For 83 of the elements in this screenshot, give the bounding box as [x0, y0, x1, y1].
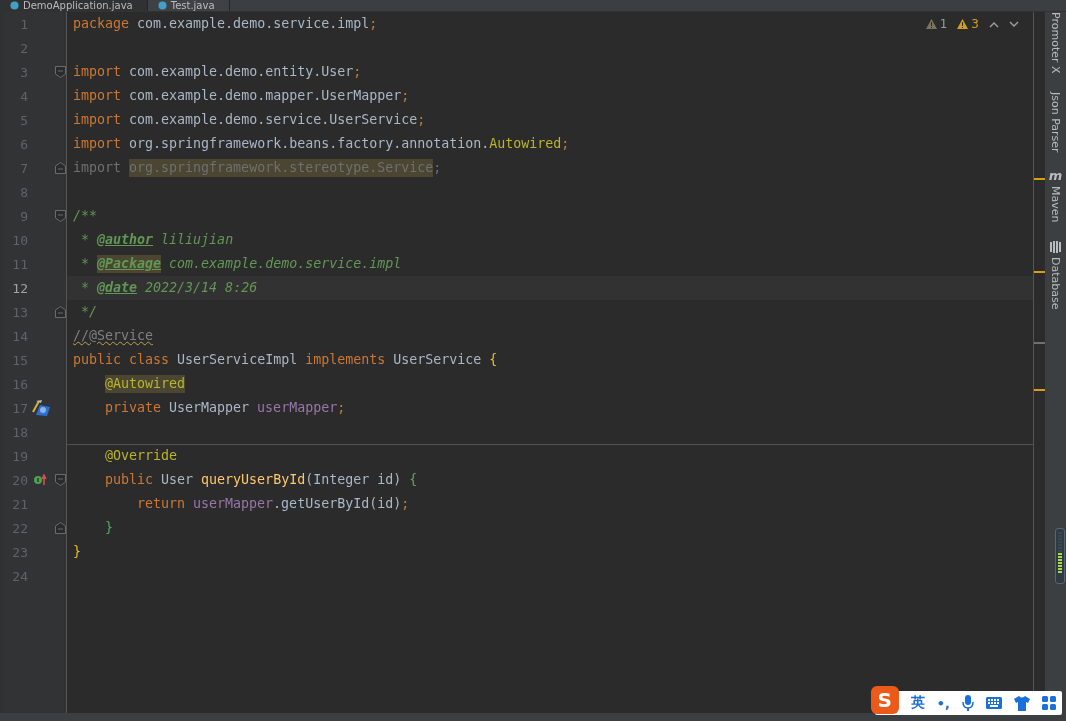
code-text: com.example.demo.service.impl — [136, 15, 370, 33]
keyword: import — [73, 63, 122, 81]
keyword: ; — [337, 399, 346, 417]
annotation: Autowired — [489, 135, 562, 153]
keyword: private — [105, 399, 163, 417]
doc-tag: @Package — [97, 255, 162, 273]
code-text: com.example.demo.mapper.UserMapper — [128, 87, 402, 105]
doc-comment: com.example.demo.service.impl — [168, 255, 402, 273]
doc-tag: @date — [97, 279, 138, 297]
unused-import: import — [73, 159, 123, 177]
grid-icon[interactable] — [1042, 696, 1056, 710]
doc-tag: @author — [97, 231, 154, 249]
fold-marker-icon[interactable] — [54, 162, 66, 174]
tool-window-button[interactable]: Json Parser — [1049, 91, 1062, 153]
code-text: UserServiceImpl — [177, 351, 299, 369]
keyword: ; — [417, 111, 426, 129]
field-name: userMapper — [257, 399, 338, 417]
doc-comment: * — [80, 255, 90, 273]
annotation: @Override — [105, 447, 178, 465]
keyword: public class — [73, 351, 171, 369]
unused-import: ; — [433, 159, 442, 177]
unused-import: org.springframework.stereotype.Service — [129, 159, 434, 177]
ime-logo[interactable]: S — [870, 686, 899, 714]
previous-highlight-icon[interactable] — [989, 20, 999, 28]
method-name: queryUserById — [201, 471, 306, 489]
bean-hammer-icon[interactable] — [31, 399, 51, 417]
keyword: ; — [353, 63, 362, 81]
fold-marker-icon[interactable] — [54, 306, 66, 318]
code-text: UserService — [393, 351, 483, 369]
brace: { — [489, 351, 498, 369]
memory-meter-drawing — [1055, 528, 1065, 584]
keyword: ; — [401, 87, 410, 105]
database-icon — [1050, 240, 1061, 253]
fold-marker-icon[interactable] — [54, 210, 66, 222]
microphone-icon[interactable] — [962, 695, 974, 711]
fold-marker-icon[interactable] — [54, 522, 66, 534]
line-number: 12 — [11, 280, 28, 296]
class-file-icon — [10, 1, 19, 10]
maven-icon: m — [1048, 170, 1063, 183]
code-text: User — [161, 471, 195, 489]
code-text: com.example.demo.entity.User — [128, 63, 354, 81]
keyword: import — [73, 135, 122, 153]
code-text: .getUserById(id) — [273, 495, 402, 513]
keyword: implements — [305, 351, 387, 369]
class-file-icon — [157, 1, 167, 10]
doc-comment: /** — [73, 207, 98, 225]
keyword: ; — [401, 495, 410, 513]
brace: { — [409, 471, 418, 489]
line-comment: //@Service — [73, 327, 154, 345]
doc-comment: 2022/3/14 8:26 — [144, 279, 258, 297]
brace: } — [105, 519, 113, 537]
brace: } — [73, 543, 81, 561]
doc-comment: * — [80, 231, 90, 249]
fold-marker-icon[interactable] — [54, 474, 66, 486]
code-text: (Integer id) — [305, 471, 403, 489]
shirt-icon[interactable] — [1014, 695, 1030, 711]
warning-count[interactable]: 1 — [925, 17, 948, 31]
keyword: import — [73, 111, 122, 129]
tool-window-button[interactable]: m Maven — [1048, 170, 1063, 223]
annotation: @Autowired — [105, 375, 186, 393]
language-mode-button[interactable]: 英 — [910, 694, 925, 712]
keyword: public — [105, 471, 155, 489]
code-text: UserMapper — [169, 399, 251, 417]
punctuation-mode-button[interactable]: •, — [936, 695, 950, 711]
doc-comment: */ — [80, 303, 98, 321]
editor-tab[interactable]: DemoApplication.java — [0, 0, 148, 11]
keyword: ; — [369, 15, 378, 33]
implements-method-icon[interactable] — [34, 474, 48, 486]
keyword: package — [73, 15, 130, 33]
keyboard-icon[interactable] — [986, 697, 1002, 709]
keyword: ; — [561, 135, 570, 153]
warning-count[interactable]: 3 — [957, 17, 979, 31]
doc-comment: liliujian — [160, 231, 234, 249]
next-highlight-icon[interactable] — [1009, 20, 1019, 28]
tool-window-button[interactable]: Promoter X — [1049, 12, 1062, 74]
field-name: userMapper — [193, 495, 274, 513]
code-text: com.example.demo.service.UserService — [128, 111, 418, 129]
tool-window-button[interactable]: Database — [1049, 240, 1062, 310]
doc-comment: * — [80, 279, 90, 297]
keyword: import — [73, 87, 122, 105]
keyword: return — [137, 495, 187, 513]
fold-marker-icon[interactable] — [54, 66, 66, 78]
code-text: org.springframework.beans.factory.annotation. — [128, 135, 490, 153]
